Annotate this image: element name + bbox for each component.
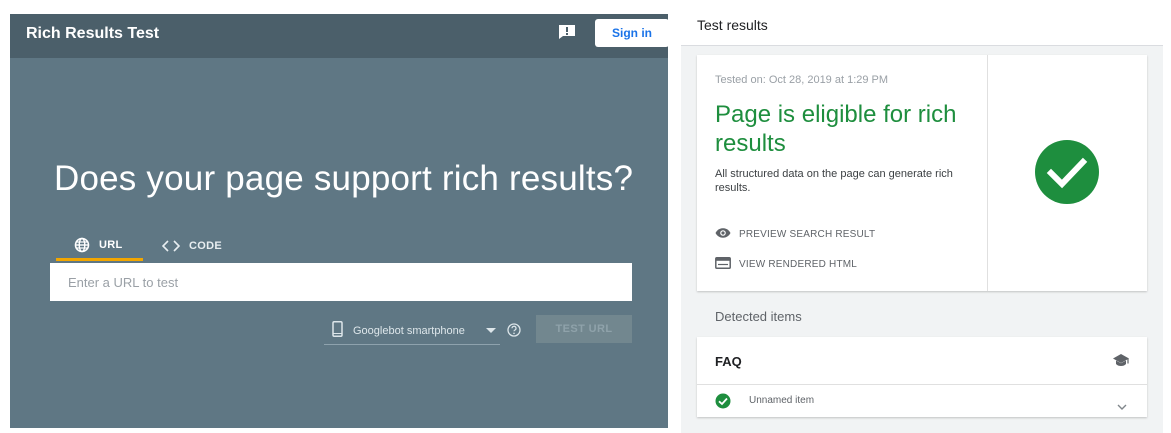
tab-url[interactable]: URL (56, 231, 143, 261)
url-input[interactable] (50, 263, 632, 301)
sign-in-button[interactable]: Sign in (595, 19, 669, 47)
device-select[interactable]: Googlebot smartphone (324, 317, 500, 345)
eligibility-description: All structured data on the page can gene… (715, 168, 953, 194)
chevron-down-icon (1117, 397, 1127, 415)
globe-icon (74, 237, 90, 253)
eye-icon (715, 227, 731, 241)
tab-url-label: URL (99, 238, 123, 251)
web-page-icon (715, 256, 731, 272)
code-brackets-icon (162, 240, 180, 252)
device-select-value: Googlebot smartphone (353, 324, 465, 337)
detected-item-header[interactable]: FAQ (697, 337, 1147, 385)
results-title: Test results (697, 17, 768, 33)
smartphone-icon (332, 321, 343, 340)
success-check-icon (1034, 139, 1100, 210)
tab-code[interactable]: CODE (162, 231, 222, 261)
detected-items-label: Detected items (715, 309, 802, 324)
detected-item-type: FAQ (715, 354, 742, 369)
view-rendered-html-link[interactable]: VIEW RENDERED HTML (715, 256, 857, 272)
detected-item-card: FAQ Unnamed item (697, 337, 1147, 417)
app-title: Rich Results Test (26, 25, 160, 42)
tab-code-label: CODE (189, 240, 222, 252)
tested-on-timestamp: Tested on: Oct 28, 2019 at 1:29 PM (715, 74, 889, 86)
school-icon (1113, 354, 1129, 372)
preview-search-result-label: PREVIEW SEARCH RESULT (739, 228, 876, 240)
valid-check-icon (715, 393, 731, 414)
results-header: Test results (681, 0, 1163, 46)
view-rendered-html-label: VIEW RENDERED HTML (739, 258, 858, 270)
top-app-bar: Rich Results Test Sign in (10, 14, 669, 58)
help-icon[interactable] (507, 323, 521, 342)
detected-item-label: Unnamed item (749, 395, 815, 406)
rich-results-test-panel: Rich Results Test Sign in Does your page… (10, 14, 669, 428)
preview-search-result-link[interactable]: PREVIEW SEARCH RESULT (715, 226, 875, 242)
test-url-button[interactable]: TEST URL (536, 315, 632, 343)
eligibility-status-title: Page is eligible for rich results (715, 101, 957, 157)
page-headline: Does your page support rich results? (54, 159, 634, 198)
test-results-panel: Test results Tested on: Oct 28, 2019 at … (681, 0, 1163, 433)
result-summary-card: Tested on: Oct 28, 2019 at 1:29 PM Page … (697, 55, 1147, 291)
detected-item-entry[interactable]: Unnamed item (697, 386, 1147, 416)
feedback-icon[interactable] (558, 24, 576, 40)
dropdown-caret-icon (486, 325, 496, 337)
card-divider (987, 55, 988, 291)
